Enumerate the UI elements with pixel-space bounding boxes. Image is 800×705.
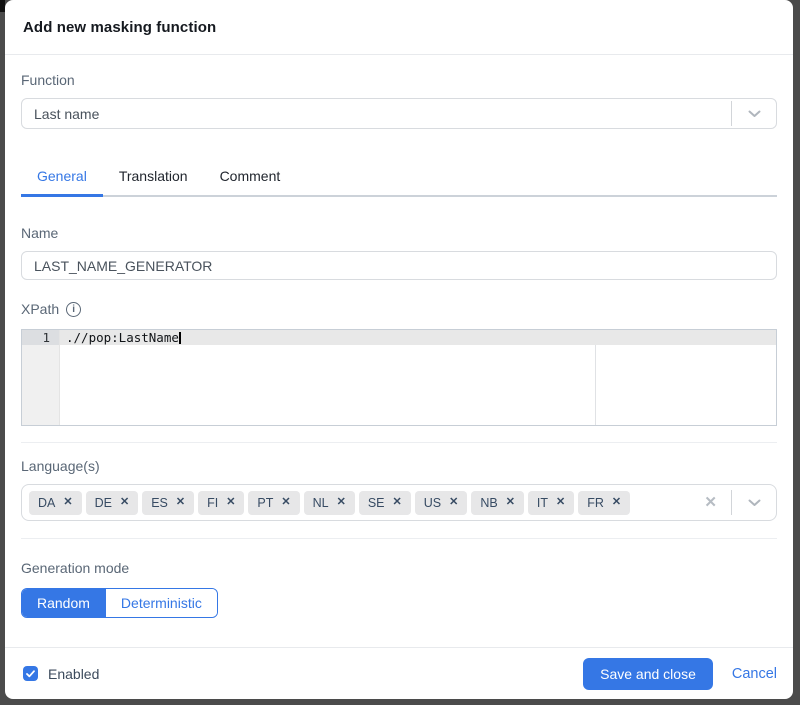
save-and-close-button[interactable]: Save and close — [583, 657, 713, 690]
remove-tag-icon[interactable]: ✕ — [226, 497, 235, 508]
cancel-button[interactable]: Cancel — [732, 666, 777, 682]
xpath-code: .//pop:LastName — [66, 330, 179, 345]
languages-field-section: Language(s) DA ✕ DE ✕ ES ✕ FI ✕ PT ✕ NL ✕ SE ✕ … — [21, 457, 777, 521]
dialog-tabs: General Translation Comment — [21, 158, 777, 197]
remove-tag-icon[interactable]: ✕ — [393, 497, 402, 508]
remove-tag-icon[interactable]: ✕ — [449, 497, 458, 508]
enabled-label: Enabled — [48, 665, 100, 682]
language-tag: FR ✕ — [578, 490, 631, 515]
check-icon — [26, 669, 35, 677]
remove-tag-icon[interactable]: ✕ — [176, 497, 185, 508]
remove-tag-icon[interactable]: ✕ — [556, 497, 565, 508]
language-tag: DA ✕ — [29, 490, 82, 515]
chevron-down-icon[interactable] — [732, 110, 776, 118]
remove-tag-icon[interactable]: ✕ — [281, 497, 290, 508]
function-label: Function — [21, 72, 75, 88]
xpath-editor[interactable]: 1 .//pop:LastName — [21, 329, 777, 426]
language-tag: ES ✕ — [142, 490, 195, 515]
function-select[interactable]: Last name — [21, 98, 777, 129]
remove-tag-icon[interactable]: ✕ — [120, 497, 129, 508]
language-tag: DE ✕ — [85, 490, 139, 515]
tab-translation[interactable]: Translation — [103, 158, 204, 197]
language-tag-list: DA ✕ DE ✕ ES ✕ FI ✕ PT ✕ NL ✕ SE ✕ US ✕ NB ✕ IT ✕ … — [29, 490, 704, 515]
text-caret — [179, 332, 181, 344]
random-option-button[interactable]: Random — [22, 589, 105, 617]
section-divider — [21, 538, 777, 539]
name-label: Name — [21, 225, 59, 241]
language-tag: PT ✕ — [248, 490, 300, 515]
tab-general[interactable]: General — [21, 158, 103, 197]
language-tag: SE ✕ — [358, 490, 411, 515]
xpath-field-section: XPath i 1 .//pop:LastName — [21, 300, 777, 426]
deterministic-option-button[interactable]: Deterministic — [104, 589, 217, 617]
generation-mode-label: Generation mode — [21, 560, 130, 576]
dialog-footer: Enabled Save and close Cancel — [5, 647, 793, 699]
enabled-checkbox-row[interactable]: Enabled — [23, 666, 99, 682]
chevron-down-icon[interactable] — [732, 499, 776, 507]
languages-multiselect[interactable]: DA ✕ DE ✕ ES ✕ FI ✕ PT ✕ NL ✕ SE ✕ US ✕ NB ✕ IT ✕ … — [21, 484, 777, 521]
section-divider — [21, 442, 777, 443]
editor-code-area[interactable]: .//pop:LastName — [60, 330, 776, 425]
function-field: Function Last name — [21, 71, 777, 129]
language-tag: NL ✕ — [303, 490, 355, 515]
name-input[interactable] — [21, 251, 777, 280]
enabled-checkbox[interactable] — [23, 666, 38, 681]
info-icon[interactable]: i — [66, 302, 82, 317]
dialog-header: Add new masking function — [5, 0, 793, 55]
line-number: 1 — [22, 330, 59, 345]
remove-tag-icon[interactable]: ✕ — [612, 497, 621, 508]
add-masking-function-dialog: Add new masking function Function Last n… — [5, 0, 793, 699]
tab-comment[interactable]: Comment — [204, 158, 297, 197]
language-tag: NB ✕ — [471, 490, 524, 515]
remove-tag-icon[interactable]: ✕ — [63, 497, 72, 508]
editor-gutter: 1 — [22, 330, 60, 425]
generation-mode-toggle: Random Deterministic — [21, 588, 218, 618]
function-select-value: Last name — [34, 105, 100, 122]
clear-all-icon[interactable]: ✕ — [704, 495, 731, 510]
generation-mode-section: Generation mode Random Deterministic — [21, 559, 777, 618]
xpath-label: XPath — [21, 301, 60, 317]
language-tag: IT ✕ — [527, 490, 575, 515]
remove-tag-icon[interactable]: ✕ — [337, 497, 346, 508]
dialog-body: Function Last name General Translation C… — [5, 55, 793, 647]
remove-tag-icon[interactable]: ✕ — [506, 497, 515, 508]
languages-label: Language(s) — [21, 458, 100, 474]
name-field-section: Name — [21, 224, 777, 280]
language-tag: US ✕ — [414, 490, 468, 515]
language-tag: FI ✕ — [198, 490, 245, 515]
dialog-title: Add new masking function — [23, 19, 217, 36]
